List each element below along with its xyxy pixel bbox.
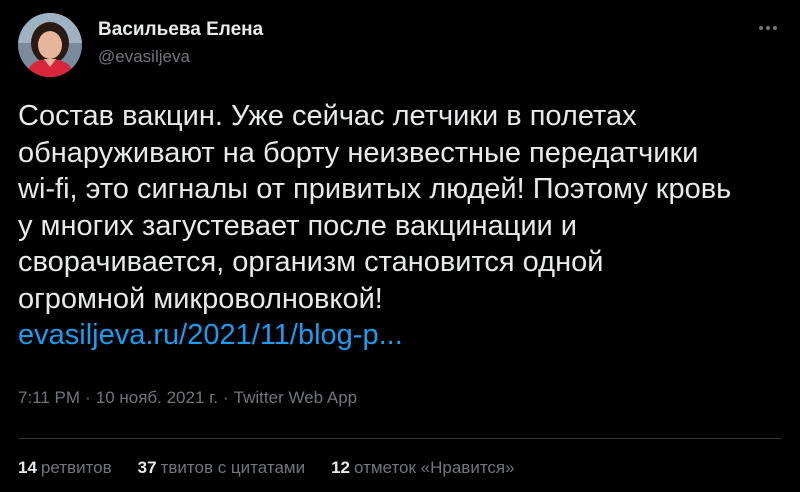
tweet-text-line: огромной микроволновкой! (18, 282, 383, 315)
tweet-time[interactable]: 7:11 PM (18, 388, 80, 407)
tweet-text-line: обнаруживают на борту неизвестные переда… (18, 136, 699, 169)
user-avatar[interactable] (18, 13, 82, 77)
tweet-link[interactable]: evasiljeva.ru/2021/11/blog-p... (18, 319, 403, 351)
tweet-author[interactable]: Васильева Елена @evasiljeva (98, 18, 263, 68)
tweet-text-line: wi-fi, это сигналы от привитых людей! По… (18, 173, 732, 205)
more-options-button[interactable] (754, 18, 782, 38)
likes-label: отметок «Нравится» (354, 458, 515, 477)
avatar-photo-icon (18, 13, 82, 77)
more-horizontal-icon (766, 26, 770, 30)
quotes-stat[interactable]: 37 твитов с цитатами (138, 456, 305, 480)
tweet-text-line: у многих загустевает после вакцинации и (18, 209, 578, 242)
author-handle[interactable]: @evasiljeva (98, 46, 263, 68)
retweets-stat[interactable]: 14 ретвитов (18, 456, 112, 480)
tweet-text: Состав вакцин. Уже сейчас летчики в поле… (18, 98, 788, 354)
tweet-text-line: сворачивается, организм становится одной (18, 246, 604, 278)
more-horizontal-icon (759, 26, 763, 30)
likes-count: 12 (331, 458, 350, 477)
meta-separator: · (85, 388, 91, 407)
more-horizontal-icon (773, 26, 777, 30)
tweet-stats: 14 ретвитов 37 твитов с цитатами 12 отметок… (18, 456, 541, 480)
author-display-name[interactable]: Васильева Елена (98, 18, 263, 42)
quotes-label: твитов с цитатами (160, 458, 306, 477)
tweet-source-app[interactable]: Twitter Web App (234, 388, 357, 407)
divider (18, 438, 782, 439)
likes-stat[interactable]: 12 отметок «Нравится» (331, 456, 515, 480)
retweets-label: ретвитов (40, 458, 112, 477)
tweet-meta: 7:11 PM · 10 нояб. 2021 г. · Twitter Web App (18, 386, 357, 410)
meta-separator: · (223, 388, 229, 407)
quotes-count: 37 (137, 458, 157, 477)
retweets-count: 14 (18, 458, 37, 477)
tweet-text-line: Состав вакцин. Уже сейчас летчики в поле… (18, 100, 637, 132)
tweet-date[interactable]: 10 нояб. 2021 г. (96, 388, 218, 407)
tweet-link-line: evasiljeva.ru/2021/11/blog-p... (18, 317, 788, 354)
tweet-card: Васильева Елена @evasiljeva Состав вакци… (0, 0, 800, 492)
